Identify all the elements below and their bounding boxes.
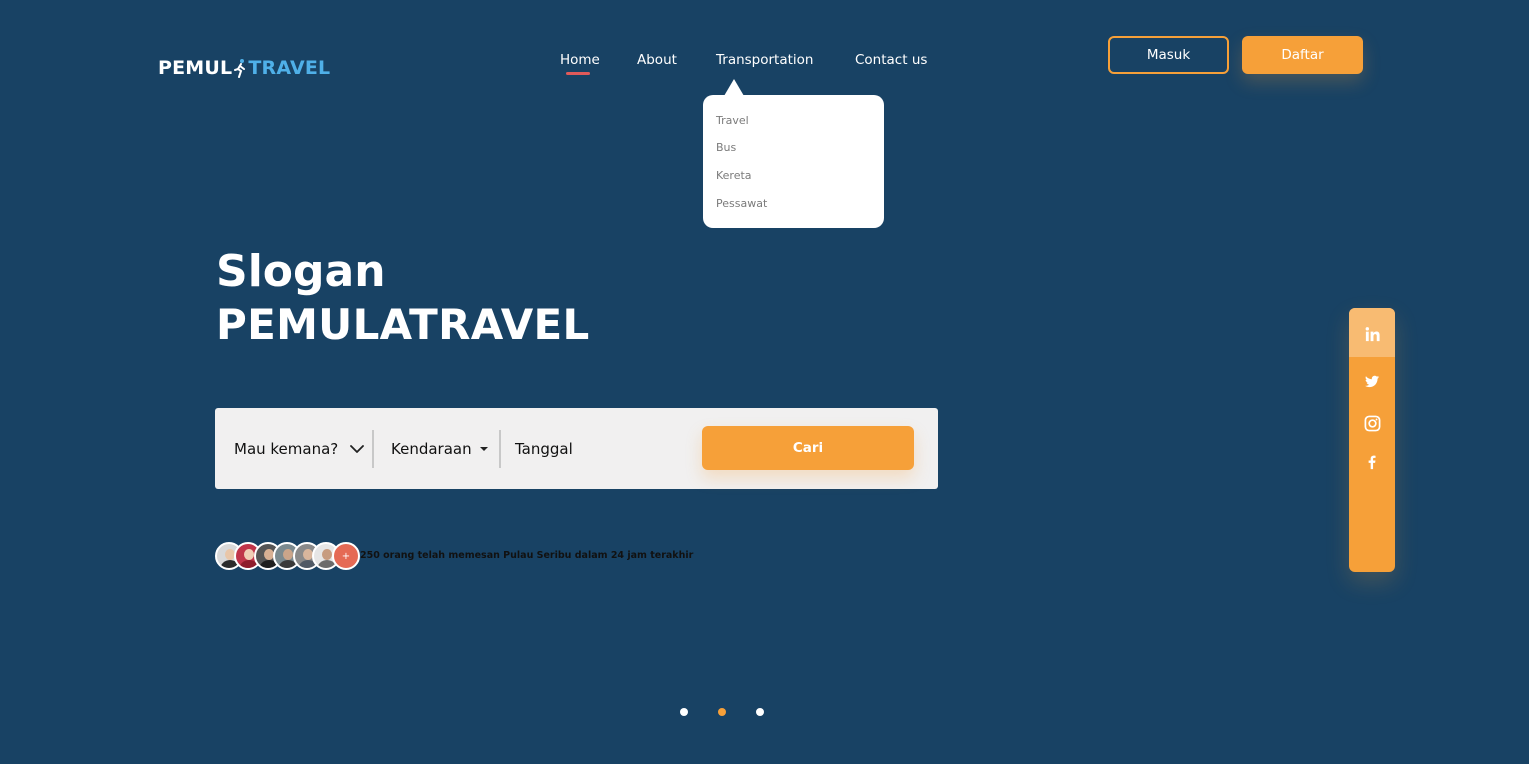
- vehicle-select[interactable]: Kendaraan: [391, 408, 488, 489]
- twitter-icon[interactable]: [1363, 373, 1381, 391]
- login-button[interactable]: Masuk: [1108, 36, 1229, 74]
- dropdown-item-pessawat[interactable]: Pessawat: [716, 197, 767, 210]
- search-divider: [499, 430, 501, 468]
- social-sidebar: [1349, 308, 1395, 572]
- search-divider: [372, 430, 374, 468]
- register-button[interactable]: Daftar: [1242, 36, 1363, 74]
- dropdown-caret: [724, 79, 744, 96]
- instagram-icon[interactable]: [1363, 414, 1381, 432]
- caret-down-icon: [479, 446, 488, 451]
- more-avatars-badge: +: [332, 542, 360, 570]
- hero-slogan-line2: PEMULATRAVEL: [216, 300, 590, 349]
- nav-home[interactable]: Home: [560, 52, 600, 75]
- carousel-dot-1[interactable]: [680, 708, 688, 716]
- chevron-down-icon: [350, 444, 365, 453]
- vehicle-label: Kendaraan: [391, 439, 472, 458]
- avatar-group: +: [215, 542, 365, 570]
- nav-contact[interactable]: Contact us: [855, 52, 927, 68]
- social-proof-text: 250 orang telah memesan Pulau Seribu dal…: [360, 550, 694, 561]
- carousel-dot-3[interactable]: [756, 708, 764, 716]
- hero-slogan-line1: Slogan: [216, 246, 386, 297]
- transportation-dropdown: Travel Bus Kereta Pessawat: [703, 95, 884, 228]
- dropdown-item-kereta[interactable]: Kereta: [716, 169, 752, 182]
- destination-placeholder: Mau kemana?: [234, 439, 339, 458]
- nav-transportation[interactable]: Transportation: [716, 52, 813, 68]
- date-input[interactable]: Tanggal: [515, 408, 573, 489]
- linkedin-icon[interactable]: [1363, 325, 1381, 343]
- date-label: Tanggal: [515, 439, 573, 458]
- destination-select[interactable]: Mau kemana?: [234, 408, 365, 489]
- dropdown-item-bus[interactable]: Bus: [716, 141, 736, 154]
- facebook-icon[interactable]: [1363, 453, 1381, 471]
- search-button[interactable]: Cari: [702, 426, 914, 470]
- nav-about[interactable]: About: [637, 52, 677, 68]
- dropdown-item-travel[interactable]: Travel: [716, 114, 749, 127]
- carousel-dot-2-active[interactable]: [718, 708, 726, 716]
- search-bar: Mau kemana? Kendaraan Tanggal Cari: [215, 408, 938, 489]
